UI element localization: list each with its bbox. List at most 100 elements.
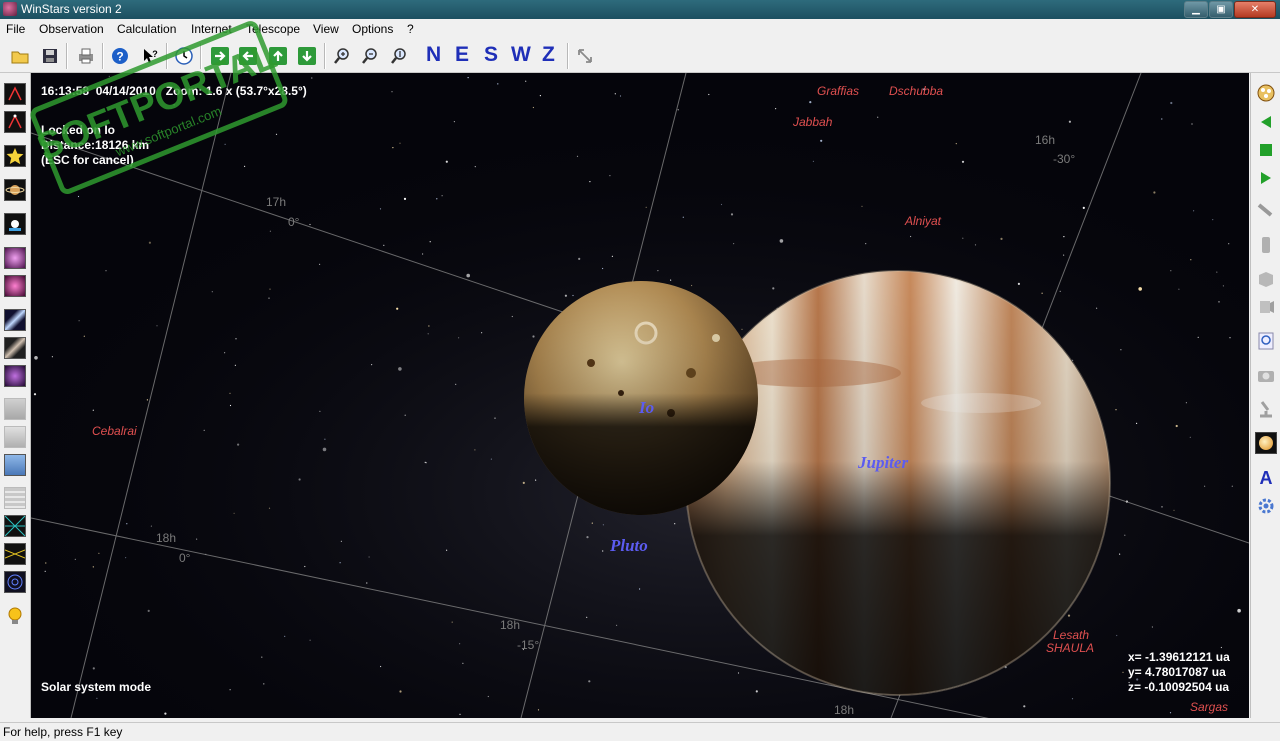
zenith-button[interactable]: Z xyxy=(542,43,555,67)
menu-options[interactable]: Options xyxy=(352,22,393,36)
star-label-dschubba[interactable]: Dschubba xyxy=(889,84,943,98)
background-star xyxy=(1119,553,1121,555)
menu-file[interactable]: File xyxy=(6,22,25,36)
microscope-tool[interactable] xyxy=(1254,397,1278,421)
saturn-icon xyxy=(4,179,26,201)
resize-button[interactable] xyxy=(573,44,597,68)
menu-calculation[interactable]: Calculation xyxy=(117,22,176,36)
help-button[interactable]: ? xyxy=(108,44,132,68)
close-button[interactable]: ✕ xyxy=(1234,1,1276,18)
south-button[interactable]: S xyxy=(484,43,498,67)
background-star xyxy=(146,399,148,401)
star-label-cebalrai[interactable]: Cebalrai xyxy=(92,424,137,438)
constellation-names-tool[interactable] xyxy=(3,110,27,134)
planets-tool[interactable] xyxy=(3,178,27,202)
menu-observation[interactable]: Observation xyxy=(39,22,104,36)
planet-view-tool[interactable] xyxy=(1254,431,1278,455)
minimize-button[interactable]: ▁ xyxy=(1184,1,1208,18)
context-help-button[interactable]: ? xyxy=(138,44,162,68)
grid-label: 18h xyxy=(156,531,177,545)
save-button[interactable] xyxy=(38,44,62,68)
background-star xyxy=(237,443,240,446)
camera-icon xyxy=(1258,371,1274,382)
move-up-button[interactable] xyxy=(266,44,290,68)
star-label-alniyat[interactable]: Alniyat xyxy=(905,214,941,228)
background-star xyxy=(539,95,541,97)
planet-label-io[interactable]: Io xyxy=(639,398,654,418)
background-star xyxy=(591,522,593,524)
grid-tool[interactable] xyxy=(3,514,27,538)
maximize-button[interactable]: ▣ xyxy=(1209,1,1233,18)
coord-y: y= 4.78017087 ua xyxy=(1128,665,1226,679)
star-label-shaula[interactable]: SHAULA xyxy=(1046,641,1094,655)
comets-tool[interactable] xyxy=(3,212,27,236)
star-label-jabbah[interactable]: Jabbah xyxy=(793,115,832,129)
star-label-sargas[interactable]: Sargas xyxy=(1190,700,1228,714)
galaxies-tool[interactable] xyxy=(3,274,27,298)
nebula-tool[interactable] xyxy=(3,246,27,270)
zoom-reset-button[interactable] xyxy=(387,44,411,68)
folder-icon xyxy=(11,51,29,64)
animation-tool[interactable] xyxy=(1254,81,1278,105)
background-star xyxy=(1191,123,1193,125)
play-backward-button[interactable] xyxy=(1254,110,1278,134)
background-star xyxy=(1218,301,1220,303)
planet-label-pluto[interactable]: Pluto xyxy=(610,536,648,556)
constellation-tool[interactable] xyxy=(3,82,27,106)
star-label-lesath[interactable]: Lesath xyxy=(1053,628,1089,642)
clock-button[interactable] xyxy=(172,44,196,68)
background-star xyxy=(156,325,158,327)
eyepiece-tool[interactable] xyxy=(1254,233,1278,257)
labels-tool[interactable]: A xyxy=(1254,466,1278,490)
photo-tool[interactable] xyxy=(1254,363,1278,387)
background-star xyxy=(309,639,311,641)
background-star xyxy=(404,414,406,416)
background-star xyxy=(263,683,265,685)
stop-button[interactable] xyxy=(1254,138,1278,162)
background-star xyxy=(268,507,271,509)
background-star xyxy=(532,106,534,109)
background-star xyxy=(83,335,85,337)
background-star xyxy=(445,160,448,163)
open-folder-button[interactable] xyxy=(8,44,32,68)
menu-view[interactable]: View xyxy=(313,22,339,36)
search-tool[interactable] xyxy=(1254,329,1278,353)
reticle-tool[interactable] xyxy=(1254,295,1278,319)
camera-tool[interactable] xyxy=(1254,267,1278,291)
planet-label-jupiter[interactable]: Jupiter xyxy=(858,453,908,473)
background-star xyxy=(682,216,684,218)
background-star xyxy=(1204,485,1206,487)
orbits-tool[interactable] xyxy=(3,570,27,594)
move-right-button[interactable] xyxy=(208,44,232,68)
horizon-tool[interactable] xyxy=(3,397,27,421)
ecliptic-tool[interactable] xyxy=(3,542,27,566)
meteor-tool[interactable] xyxy=(3,336,27,360)
east-button[interactable]: E xyxy=(455,43,469,67)
lock-status: Locked on Io xyxy=(41,123,116,137)
menu-telescope[interactable]: Telescope xyxy=(246,22,300,36)
sky-view[interactable]: 16:13:58 04/14/2010 Zoom: 1.6 x (53.7°x2… xyxy=(31,73,1249,718)
table-tool[interactable] xyxy=(3,486,27,510)
menu-help[interactable]: ? xyxy=(407,22,414,36)
landscape-tool[interactable] xyxy=(3,425,27,449)
telescope-tool[interactable] xyxy=(1254,199,1278,223)
play-forward-button[interactable] xyxy=(1254,166,1278,190)
north-button[interactable]: N xyxy=(426,43,441,67)
menu-internet[interactable]: Internet xyxy=(191,22,232,36)
milky-way-tool[interactable] xyxy=(3,308,27,332)
zoom-out-button[interactable] xyxy=(358,44,382,68)
star-label-graffias[interactable]: Graffias xyxy=(817,84,859,98)
tips-tool[interactable] xyxy=(3,604,27,628)
move-left-button[interactable] xyxy=(236,44,260,68)
grid-icon xyxy=(4,515,26,537)
deep-sky-tool[interactable] xyxy=(3,364,27,388)
stars-tool[interactable] xyxy=(3,144,27,168)
west-button[interactable]: W xyxy=(511,43,531,67)
zoom-in-button[interactable] xyxy=(330,44,354,68)
background-star xyxy=(910,235,912,238)
atmosphere-tool[interactable] xyxy=(3,453,27,477)
print-button[interactable] xyxy=(74,44,98,68)
move-down-button[interactable] xyxy=(295,44,319,68)
app-icon[interactable] xyxy=(3,2,17,16)
settings-tool[interactable] xyxy=(1254,494,1278,518)
